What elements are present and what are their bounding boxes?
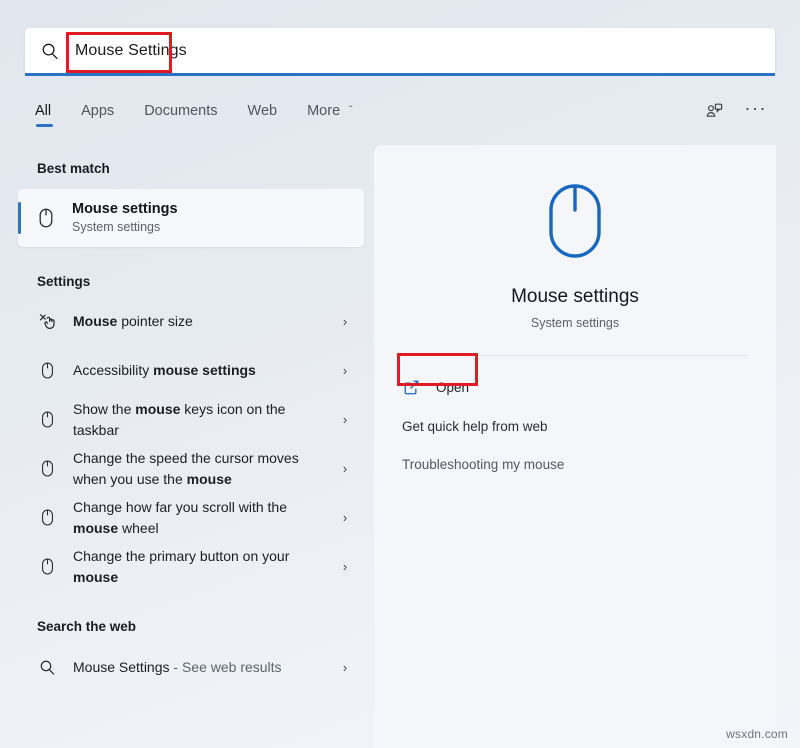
best-match-text: Mouse settings System settings bbox=[72, 200, 178, 236]
mouse-icon-large bbox=[374, 178, 776, 264]
list-item-label: Change the primary button on your mouse bbox=[73, 546, 338, 587]
label-bold-term: mouse settings bbox=[153, 362, 256, 378]
best-match-subtitle: System settings bbox=[72, 219, 178, 236]
chevron-down-icon: ˇ bbox=[349, 105, 352, 116]
label-prefix: Change how far you scroll with the bbox=[73, 499, 287, 515]
best-match-heading: Best match bbox=[0, 162, 374, 176]
web-search-result[interactable]: Mouse Settings - See web results › bbox=[0, 643, 374, 692]
selection-accent-bar bbox=[18, 202, 21, 234]
list-item[interactable]: Change the speed the cursor moves when y… bbox=[0, 444, 374, 493]
quick-help-link[interactable]: Get quick help from web bbox=[402, 408, 776, 446]
chevron-right-icon: › bbox=[338, 314, 352, 329]
results-pane: Best match Mouse settings System setting… bbox=[0, 140, 374, 748]
chevron-right-icon: › bbox=[338, 510, 352, 525]
mouse-icon bbox=[37, 557, 57, 576]
search-the-web-heading: Search the web bbox=[0, 620, 374, 634]
web-query-text: Mouse Settings bbox=[73, 659, 170, 675]
chevron-right-icon: › bbox=[338, 363, 352, 378]
open-button[interactable]: Open bbox=[402, 367, 776, 408]
list-item[interactable]: Change how far you scroll with the mouse… bbox=[0, 493, 374, 542]
web-search-label: Mouse Settings - See web results bbox=[73, 657, 338, 677]
label-bold-term: Mouse bbox=[73, 313, 117, 329]
chevron-right-icon: › bbox=[338, 559, 352, 574]
list-item-label: Change how far you scroll with the mouse… bbox=[73, 497, 338, 538]
preview-pane: Mouse settings System settings Open Get … bbox=[374, 145, 776, 748]
tab-web-label: Web bbox=[248, 103, 278, 119]
preview-title: Mouse settings bbox=[374, 286, 776, 309]
list-item[interactable]: Show the mouse keys icon on the taskbar … bbox=[0, 395, 374, 444]
tab-more[interactable]: More ˇ bbox=[307, 103, 352, 127]
mouse-icon bbox=[35, 207, 57, 229]
list-item[interactable]: Mouse pointer size › bbox=[0, 297, 374, 346]
list-item[interactable]: Accessibility mouse settings › bbox=[0, 346, 374, 395]
chevron-right-icon: › bbox=[338, 412, 352, 427]
tab-all-label: All bbox=[35, 103, 51, 119]
tab-documents[interactable]: Documents bbox=[144, 103, 217, 127]
search-input[interactable]: Mouse Settings bbox=[25, 28, 775, 73]
label-bold-term: mouse bbox=[73, 569, 118, 585]
mouse-icon bbox=[37, 508, 57, 527]
preview-subtitle: System settings bbox=[374, 316, 776, 330]
search-focus-underline bbox=[25, 73, 775, 76]
label-prefix: Accessibility bbox=[73, 362, 153, 378]
chevron-right-icon: › bbox=[338, 660, 352, 675]
tab-documents-label: Documents bbox=[144, 103, 217, 119]
best-match-result[interactable]: Mouse settings System settings bbox=[18, 189, 364, 247]
mouse-icon bbox=[37, 459, 57, 478]
label-bold-term: mouse bbox=[73, 520, 118, 536]
label-bold-term: mouse bbox=[135, 401, 180, 417]
search-query-text: Mouse Settings bbox=[75, 42, 187, 60]
preview-divider bbox=[402, 355, 748, 356]
open-external-icon bbox=[402, 379, 420, 396]
tab-apps[interactable]: Apps bbox=[81, 103, 114, 127]
best-match-title: Mouse settings bbox=[72, 200, 178, 218]
mouse-icon bbox=[37, 410, 57, 429]
search-bar-container: Mouse Settings bbox=[25, 28, 775, 73]
list-item-label: Accessibility mouse settings bbox=[73, 360, 338, 380]
web-results-list: Mouse Settings - See web results › bbox=[0, 643, 374, 692]
label-prefix: Show the bbox=[73, 401, 135, 417]
label-bold-term: mouse bbox=[187, 471, 232, 487]
windows-search-window: Mouse Settings All Apps Documents Web Mo… bbox=[0, 0, 800, 748]
web-suffix-text: - See web results bbox=[170, 659, 282, 675]
preview-hero: Mouse settings System settings bbox=[374, 145, 776, 330]
label-rest: wheel bbox=[118, 520, 158, 536]
tab-bar-actions: ··· bbox=[701, 98, 800, 132]
label-prefix: Change the primary button on your bbox=[73, 548, 289, 564]
search-icon bbox=[41, 42, 59, 60]
troubleshooting-link[interactable]: Troubleshooting my mouse bbox=[402, 446, 776, 484]
open-button-label: Open bbox=[436, 380, 469, 395]
tab-apps-label: Apps bbox=[81, 103, 114, 119]
tab-more-label: More bbox=[307, 103, 340, 119]
preview-actions: Open Get quick help from web Troubleshoo… bbox=[374, 367, 776, 484]
search-icon bbox=[37, 659, 57, 676]
list-item-label: Change the speed the cursor moves when y… bbox=[73, 448, 338, 489]
list-item-label: Mouse pointer size bbox=[73, 311, 338, 331]
chevron-right-icon: › bbox=[338, 461, 352, 476]
cursor-pointer-icon bbox=[37, 312, 57, 331]
settings-results-list: Mouse pointer size › Accessibility mouse… bbox=[0, 297, 374, 591]
tab-web[interactable]: Web bbox=[248, 103, 278, 127]
label-rest: pointer size bbox=[117, 313, 192, 329]
list-item[interactable]: Change the primary button on your mouse … bbox=[0, 542, 374, 591]
filter-tab-bar: All Apps Documents Web More ˇ ··· bbox=[0, 95, 800, 135]
mouse-icon bbox=[37, 361, 57, 380]
settings-heading: Settings bbox=[0, 275, 374, 289]
feedback-icon[interactable] bbox=[701, 98, 727, 124]
more-options-button[interactable]: ··· bbox=[745, 99, 767, 123]
list-item-label: Show the mouse keys icon on the taskbar bbox=[73, 399, 338, 440]
tab-all[interactable]: All bbox=[35, 103, 51, 127]
watermark: wsxdn.com bbox=[726, 727, 788, 741]
